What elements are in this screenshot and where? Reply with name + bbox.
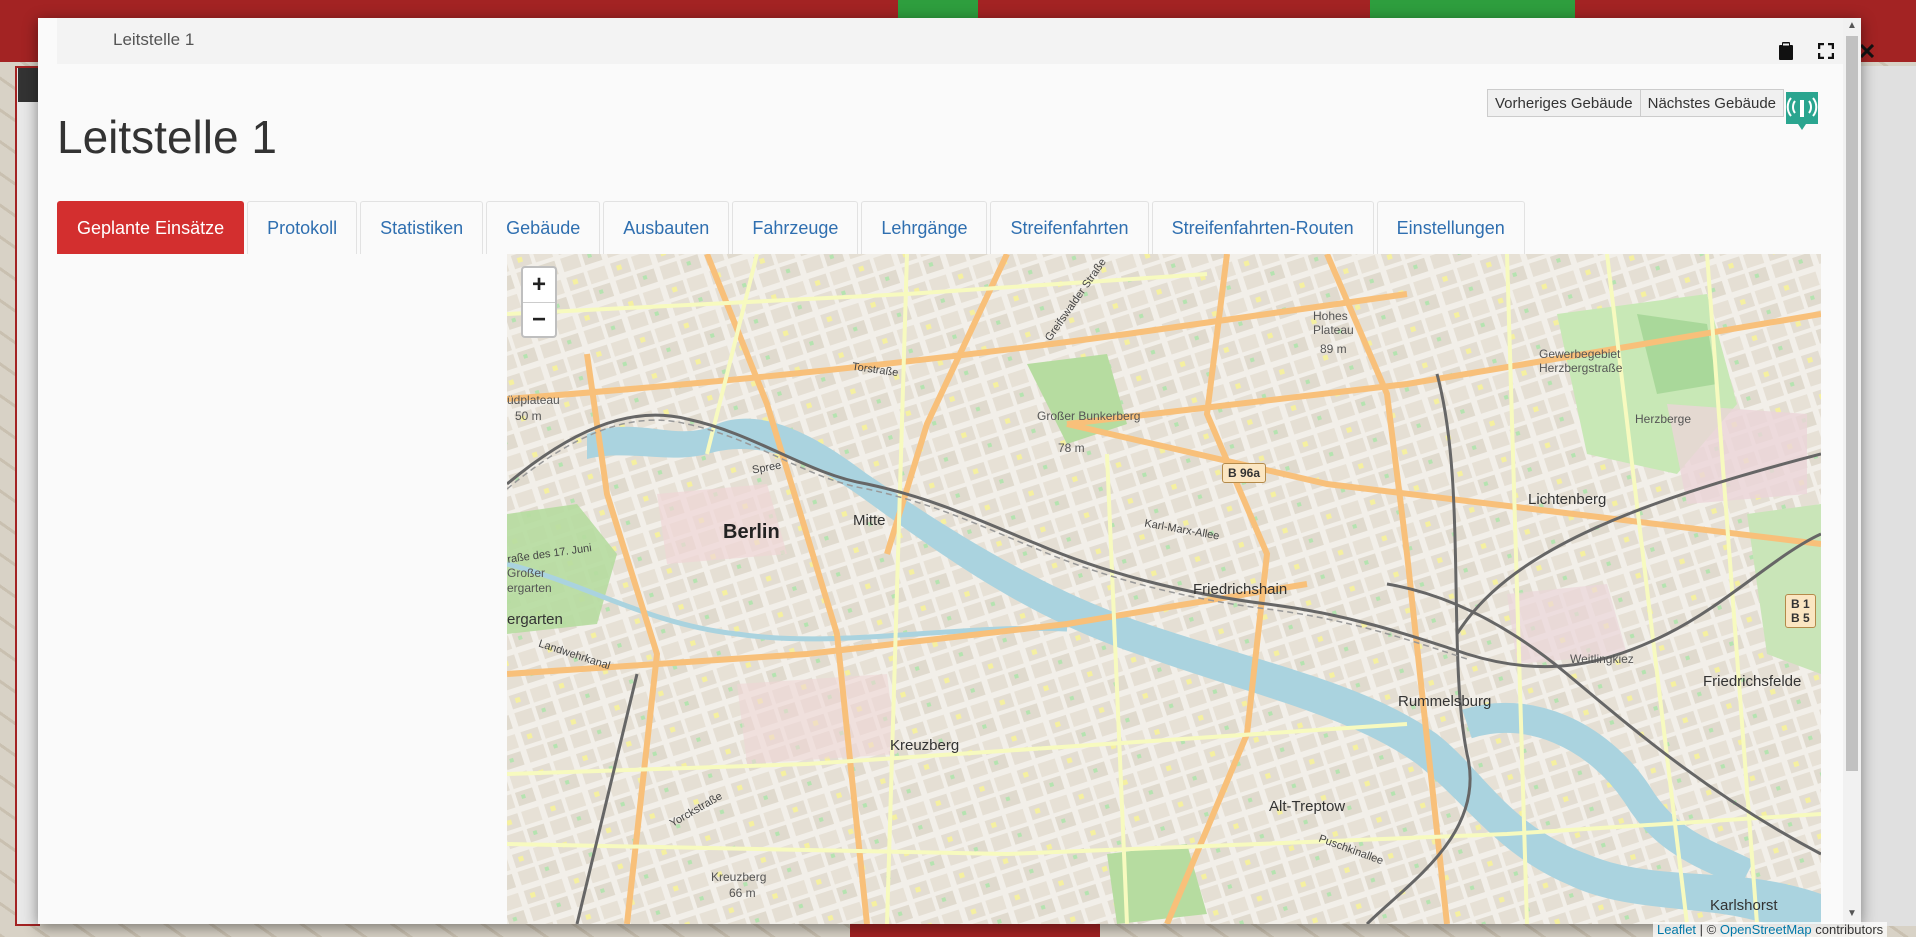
map-label-kreuzberg-hill: Kreuzberg	[711, 870, 767, 884]
scroll-up-arrow-icon[interactable]: ▲	[1843, 20, 1861, 34]
building-modal: Leitstelle 1 Leitstelle 1 Vorheriges Geb…	[38, 18, 1874, 924]
map-label-suedplateau-height: 50 m	[515, 409, 542, 423]
tab-bar: Geplante Einsätze Protokoll Statistiken …	[57, 201, 1528, 254]
background-green-button	[898, 0, 978, 20]
zoom-control: + −	[521, 266, 557, 338]
zoom-in-button[interactable]: +	[523, 268, 555, 302]
map-label-bunkerberg-height: 78 m	[1058, 441, 1085, 455]
map-label-berlin: Berlin	[723, 521, 780, 543]
osm-link[interactable]: OpenStreetMap	[1720, 922, 1812, 937]
tab-protokoll[interactable]: Protokoll	[247, 201, 358, 254]
map-label-kreuzberg-hill-height: 66 m	[729, 886, 756, 900]
scroll-down-arrow-icon[interactable]: ▼	[1843, 908, 1861, 922]
map-label-friedrichshain: Friedrichshain	[1193, 581, 1288, 598]
map-label-friedrichsfelde: Friedrichsfelde	[1703, 673, 1802, 690]
background-green-badge	[1370, 0, 1575, 20]
map-label-lichtenberg: Lichtenberg	[1528, 491, 1607, 508]
planned-missions-list	[57, 254, 506, 924]
modal-scrollbar[interactable]: ▲ ▼	[1843, 18, 1861, 924]
tab-fahrzeuge[interactable]: Fahrzeuge	[732, 201, 859, 254]
tab-streifenfahrten[interactable]: Streifenfahrten	[990, 201, 1149, 254]
scroll-thumb[interactable]	[1846, 36, 1858, 771]
clipboard-icon[interactable]	[1775, 40, 1797, 62]
building-navigation: Vorheriges Gebäude Nächstes Gebäude	[1487, 89, 1785, 117]
map-attribution: Leaflet | © OpenStreetMap contributors	[1653, 922, 1888, 937]
map-label-tiergarten: ergarten	[507, 611, 563, 628]
tab-streifenfahrten-routen[interactable]: Streifenfahrten-Routen	[1151, 201, 1374, 254]
tab-statistiken[interactable]: Statistiken	[360, 201, 484, 254]
page-title: Leitstelle 1	[57, 111, 277, 163]
map-label-suedplateau: üdplateau	[507, 393, 560, 407]
map-label-alt-treptow: Alt-Treptow	[1269, 798, 1346, 815]
map-label-gewerbegebiet: Gewerbegebiet Herzbergstraße	[1539, 347, 1623, 375]
background-left-panel	[15, 66, 40, 926]
tab-geplante-einsaetze[interactable]: Geplante Einsätze	[57, 201, 245, 254]
tab-einstellungen[interactable]: Einstellungen	[1376, 201, 1525, 254]
map-label-hohes-plateau: Hohes Plateau	[1313, 309, 1354, 337]
map-label-plateau-height: 89 m	[1320, 342, 1347, 356]
map-label-grosser-bunkerberg: Großer Bunkerberg	[1037, 409, 1141, 423]
modal-header: Leitstelle 1	[57, 18, 1843, 64]
tab-ausbauten[interactable]: Ausbauten	[603, 201, 730, 254]
map-view[interactable]: + − Berlin Mitte Friedrichshain Lichtenb…	[507, 254, 1821, 924]
tab-gebaeude[interactable]: Gebäude	[486, 201, 601, 254]
background-right-panel	[1860, 66, 1916, 926]
attribution-tail: contributors	[1811, 922, 1884, 937]
map-label-herzberge: Herzberge	[1635, 412, 1692, 426]
previous-building-button[interactable]: Vorheriges Gebäude	[1487, 89, 1641, 117]
road-shield-b1-b5: B 1 B 5	[1785, 594, 1816, 628]
expand-icon[interactable]	[1815, 40, 1837, 62]
map-label-ergarten: ergarten	[507, 581, 552, 595]
modal-title: Leitstelle 1	[113, 30, 195, 49]
map-label-kreuzberg: Kreuzberg	[890, 737, 960, 754]
map-label-weitlingkiez: Weitlingkiez	[1570, 652, 1634, 666]
next-building-button[interactable]: Nächstes Gebäude	[1640, 89, 1785, 117]
map-label-mitte: Mitte	[853, 512, 886, 529]
map-label-karlshorst: Karlshorst	[1710, 897, 1778, 914]
map-label-rummelsburg: Rummelsburg	[1398, 693, 1492, 710]
attribution-separator: | ©	[1696, 922, 1720, 937]
zoom-out-button[interactable]: −	[523, 302, 555, 336]
road-shield-b96a: B 96a	[1222, 463, 1267, 483]
leaflet-link[interactable]: Leaflet	[1657, 922, 1696, 937]
background-panel-header	[18, 68, 38, 102]
map-label-grosser-tiergarten: Großer	[507, 566, 546, 580]
radio-tower-icon	[1786, 92, 1818, 132]
tab-lehrgaenge[interactable]: Lehrgänge	[861, 201, 988, 254]
